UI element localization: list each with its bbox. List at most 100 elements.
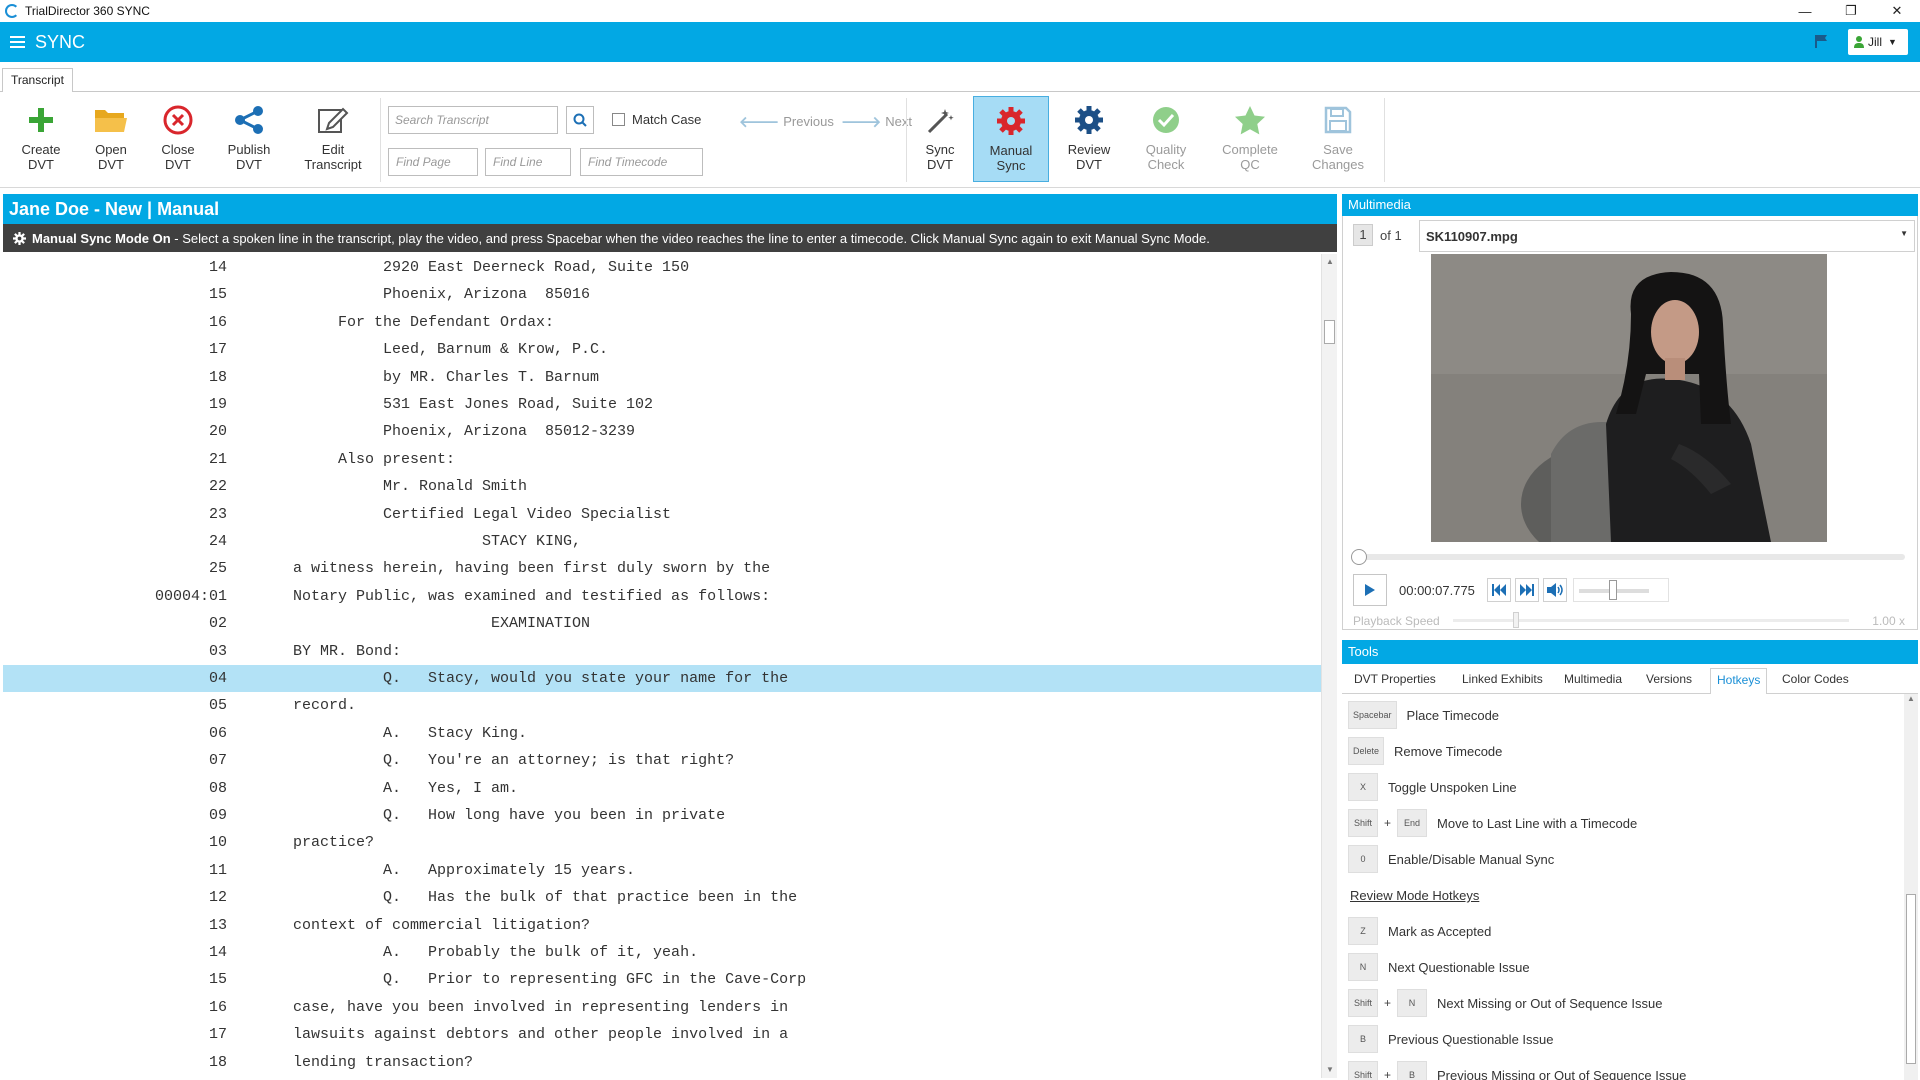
next-button[interactable]: 🡒 Next: [837, 112, 912, 131]
skip-back-button[interactable]: [1487, 578, 1511, 602]
publish-dvt-label: Publish: [227, 142, 271, 157]
flag-icon[interactable]: [1814, 34, 1828, 48]
manual-sync-button[interactable]: Manual Sync: [973, 96, 1049, 182]
transcript-line[interactable]: 05 record.: [3, 692, 1321, 719]
transcript-line[interactable]: 22 Mr. Ronald Smith: [3, 473, 1321, 500]
close-dvt-button[interactable]: Close DVT: [145, 96, 211, 176]
media-page-input[interactable]: 1: [1353, 224, 1373, 246]
transcript-line[interactable]: 00004:01 Notary Public, was examined and …: [3, 583, 1321, 610]
close-circle-icon: [163, 105, 193, 135]
transcript-line[interactable]: 24 STACY KING,: [3, 528, 1321, 555]
find-line-input[interactable]: Find Line: [485, 148, 571, 176]
tab-hotkeys[interactable]: Hotkeys: [1710, 668, 1768, 695]
hotkeys-scrollbar[interactable]: ▲: [1904, 694, 1918, 1080]
previous-button[interactable]: 🡐 Previous: [735, 112, 834, 131]
tab-color-codes[interactable]: Color Codes: [1782, 672, 1849, 686]
tab-versions[interactable]: Versions: [1646, 672, 1692, 686]
line-text: Q. You're an attorney; is that right?: [293, 752, 735, 770]
transcript-line[interactable]: 19 531 East Jones Road, Suite 102: [3, 391, 1321, 418]
tab-multimedia[interactable]: Multimedia: [1564, 672, 1622, 686]
publish-dvt-button[interactable]: Publish DVT: [216, 96, 282, 176]
transcript-line[interactable]: 17 Leed, Barnum & Krow, P.C.: [3, 336, 1321, 363]
media-page-total: of 1: [1380, 227, 1402, 243]
transcript-line[interactable]: 04 Q. Stacy, would you state your name f…: [3, 665, 1321, 692]
minimize-button[interactable]: —: [1782, 0, 1828, 22]
find-page-input[interactable]: Find Page: [388, 148, 478, 176]
transcript-line[interactable]: 08 A. Yes, I am.: [3, 775, 1321, 802]
transcript-line[interactable]: 15 Phoenix, Arizona 85016: [3, 281, 1321, 308]
line-text: For the Defendant Ordax:: [293, 313, 555, 331]
transcript-view[interactable]: 14 2920 East Deerneck Road, Suite 150 15 …: [3, 254, 1321, 1074]
open-dvt-button[interactable]: Open DVT: [78, 96, 144, 176]
create-dvt-button[interactable]: Create DVT: [8, 96, 74, 176]
line-text: 2920 East Deerneck Road, Suite 150: [293, 259, 690, 276]
sync-dvt-button[interactable]: Sync DVT: [907, 96, 973, 176]
edit-transcript-button[interactable]: Edit Transcript: [300, 96, 366, 176]
transcript-line[interactable]: 10 practice?: [3, 829, 1321, 856]
transcript-line[interactable]: 13 context of commercial litigation?: [3, 912, 1321, 939]
transcript-line[interactable]: 02 EXAMINATION: [3, 610, 1321, 637]
scroll-up-icon[interactable]: ▲: [1904, 694, 1918, 703]
transcript-line[interactable]: 14 A. Probably the bulk of it, yeah.: [3, 939, 1321, 966]
play-button[interactable]: [1353, 574, 1387, 606]
user-menu-button[interactable]: Jill ▼: [1848, 29, 1908, 55]
video-player[interactable]: [1431, 254, 1827, 542]
quality-check-button[interactable]: Quality Check: [1133, 96, 1199, 176]
transcript-line[interactable]: 16 For the Defendant Ordax:: [3, 309, 1321, 336]
scrollbar-thumb[interactable]: [1324, 320, 1335, 344]
hotkey-label: Remove Timecode: [1394, 743, 1503, 759]
search-button[interactable]: [566, 106, 594, 134]
line-text: practice?: [293, 834, 375, 852]
transcript-line[interactable]: 06 A. Stacy King.: [3, 720, 1321, 747]
transcript-scrollbar[interactable]: ▲ ▼: [1321, 254, 1337, 1078]
app-bar: SYNC Jill ▼: [0, 22, 1920, 62]
tab-dvt-properties[interactable]: DVT Properties: [1354, 672, 1436, 686]
plus-sign: +: [1384, 816, 1392, 830]
scrollbar-thumb[interactable]: [1906, 894, 1916, 1064]
hotkey-row: Shift + B Previous Missing or Out of Sequen…: [1348, 1060, 1686, 1080]
playback-speed-knob[interactable]: [1513, 612, 1519, 628]
transcript-line[interactable]: 25 a witness herein, having been first du…: [3, 555, 1321, 582]
transcript-line[interactable]: 15 Q. Prior to representing GFC in the C…: [3, 966, 1321, 993]
transcript-line[interactable]: 16 case, have you been involved in repres…: [3, 994, 1321, 1021]
restore-button[interactable]: ❐: [1828, 0, 1874, 22]
checkbox-box[interactable]: [612, 113, 625, 126]
complete-qc-button[interactable]: Complete QC: [1214, 96, 1286, 176]
transcript-line[interactable]: 12 Q. Has the bulk of that practice been…: [3, 884, 1321, 911]
transcript-line[interactable]: 07 Q. You're an attorney; is that right?: [3, 747, 1321, 774]
scroll-down-icon[interactable]: ▼: [1322, 1062, 1338, 1078]
hotkey-key: Delete: [1348, 737, 1385, 765]
volume-knob[interactable]: [1609, 580, 1617, 600]
line-number: 11: [208, 861, 227, 879]
transcript-line[interactable]: 18 by MR. Charles T. Barnum: [3, 364, 1321, 391]
transcript-line[interactable]: 18 lending transaction?: [3, 1049, 1321, 1074]
hamburger-menu-icon[interactable]: [10, 36, 25, 48]
line-text: A. Probably the bulk of it, yeah.: [293, 944, 699, 961]
transcript-line[interactable]: 14 2920 East Deerneck Road, Suite 150: [3, 254, 1321, 281]
transcript-line[interactable]: 23 Certified Legal Video Specialist: [3, 501, 1321, 528]
transcript-line[interactable]: 21 Also present:: [3, 446, 1321, 473]
search-transcript-input[interactable]: Search Transcript: [388, 106, 558, 134]
volume-button[interactable]: [1543, 578, 1567, 602]
skip-forward-button[interactable]: [1515, 578, 1539, 602]
save-changes-button[interactable]: Save Changes: [1305, 96, 1371, 176]
star-icon: [1235, 106, 1265, 135]
create-dvt-label: Create: [21, 142, 61, 157]
review-dvt-button[interactable]: Review DVT: [1056, 96, 1122, 176]
media-file-select[interactable]: SK110907.mpg ▼: [1419, 220, 1915, 252]
scroll-up-icon[interactable]: ▲: [1322, 254, 1338, 270]
line-number: 03: [208, 642, 227, 660]
transcript-line[interactable]: 03 BY MR. Bond:: [3, 638, 1321, 665]
match-case-checkbox[interactable]: Match Case: [612, 112, 701, 127]
close-window-button[interactable]: ✕: [1874, 0, 1920, 22]
transcript-line[interactable]: 17 lawsuits against debtors and other peo…: [3, 1021, 1321, 1048]
video-seek-bar[interactable]: [1351, 549, 1905, 565]
tab-transcript[interactable]: Transcript: [2, 68, 73, 93]
transcript-line[interactable]: 20 Phoenix, Arizona 85012-3239: [3, 418, 1321, 445]
find-timecode-input[interactable]: Find Timecode: [580, 148, 703, 176]
transcript-line[interactable]: 11 A. Approximately 15 years.: [3, 857, 1321, 884]
window-controls: — ❐ ✕: [1782, 0, 1920, 22]
tab-linked-exhibits[interactable]: Linked Exhibits: [1462, 672, 1543, 686]
transcript-line[interactable]: 09 Q. How long have you been in private: [3, 802, 1321, 829]
seek-knob[interactable]: [1351, 549, 1367, 565]
